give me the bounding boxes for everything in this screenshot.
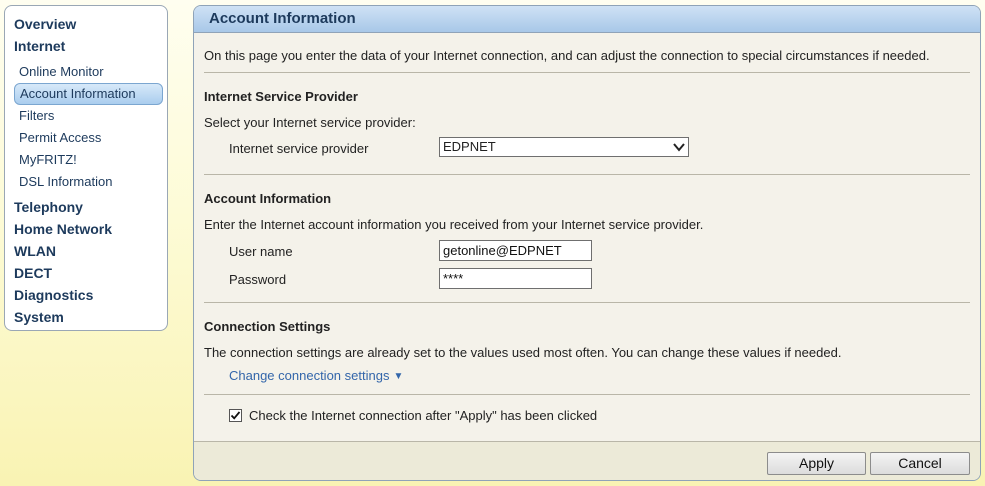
change-connection-settings-link[interactable]: Change connection settings ▼ [229,368,403,383]
username-input[interactable]: getonline@EDPNET [439,240,592,261]
nav-myfritz[interactable]: MyFRITZ! [14,149,163,171]
divider [204,174,970,175]
cancel-button[interactable]: Cancel [870,452,970,475]
nav-account-information[interactable]: Account Information [14,83,163,105]
triangle-down-icon: ▼ [393,371,404,382]
nav-system[interactable]: System [5,306,167,328]
apply-button[interactable]: Apply [767,452,866,475]
account-section-title: Account Information [204,191,332,206]
nav-home-network[interactable]: Home Network [5,218,167,240]
account-description: Enter the Internet account information y… [204,217,704,232]
nav-internet[interactable]: Internet [5,35,167,57]
divider [204,394,970,395]
check-connection-label: Check the Internet connection after "App… [249,408,598,423]
nav-wlan[interactable]: WLAN [5,240,167,262]
nav-online-monitor[interactable]: Online Monitor [14,61,163,83]
account-information-panel: Account Information On this page you ent… [193,5,981,481]
change-connection-settings-label: Change connection settings [229,368,390,383]
checkmark-icon [230,411,241,420]
divider [204,302,970,303]
nav-dsl-information[interactable]: DSL Information [14,171,163,193]
isp-section-title: Internet Service Provider [204,89,358,104]
connection-section-title: Connection Settings [204,319,331,334]
password-input[interactable]: **** [439,268,592,289]
isp-select-value: EDPNET [443,139,496,154]
panel-title: Account Information [194,6,980,33]
username-label: User name [229,244,293,259]
nav-overview[interactable]: Overview [5,13,167,35]
isp-description: Select your Internet service provider: [204,115,416,130]
nav-permit-access[interactable]: Permit Access [14,127,163,149]
isp-select[interactable]: EDPNET [439,137,689,157]
password-label: Password [229,272,287,287]
nav-dect[interactable]: DECT [5,262,167,284]
isp-field-label: Internet service provider [229,141,369,156]
sidebar-nav: Overview Internet Online Monitor Account… [4,5,168,331]
chevron-down-icon [673,143,685,152]
check-connection-checkbox[interactable] [229,409,242,422]
nav-telephony[interactable]: Telephony [5,196,167,218]
connection-description: The connection settings are already set … [204,345,842,360]
divider [204,72,970,73]
intro-text: On this page you enter the data of your … [204,48,930,63]
nav-diagnostics[interactable]: Diagnostics [5,284,167,306]
nav-filters[interactable]: Filters [14,105,163,127]
button-bar: Apply Cancel [194,441,980,480]
